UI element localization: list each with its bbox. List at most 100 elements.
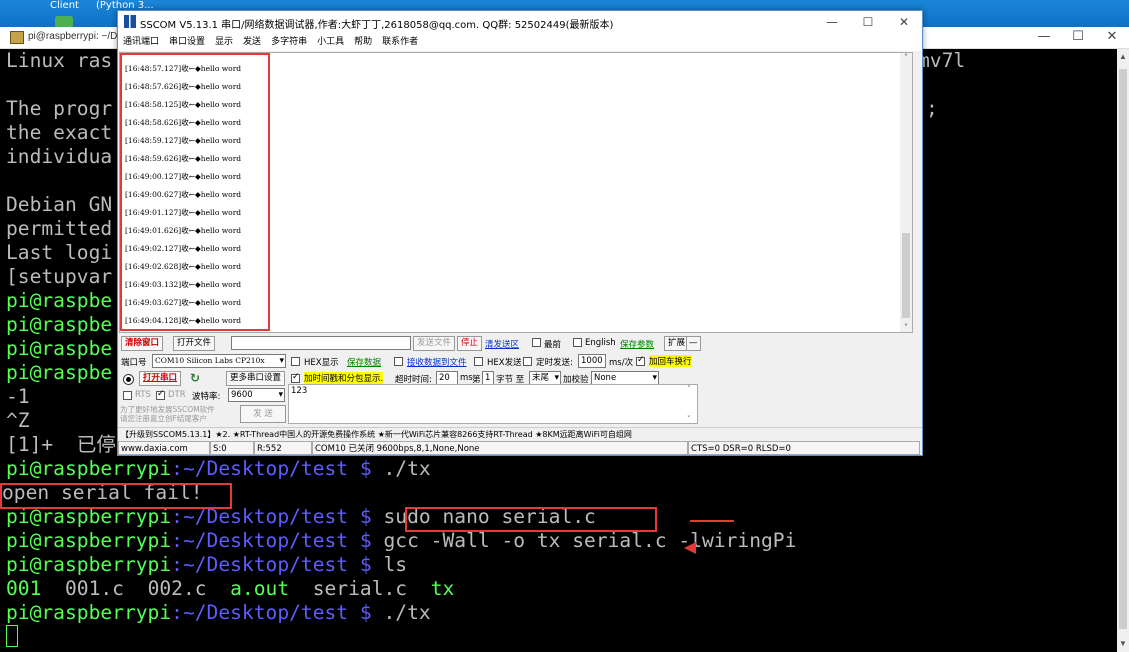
- send-scrollbar[interactable]: ˄ ˅: [687, 385, 697, 423]
- port-status-indicator: [123, 374, 134, 385]
- prompt-user: pi@raspberrypi: [6, 601, 172, 624]
- receive-line: [16:49:00.127]收←◆hello word: [125, 172, 242, 181]
- english-checkbox[interactable]: [573, 338, 582, 347]
- receive-line: [16:49:02.127]收←◆hello word: [125, 244, 242, 253]
- terminal-prompt-line: pi@raspbe: [6, 313, 113, 336]
- open-port-button[interactable]: 打开串口: [139, 371, 182, 386]
- ls-entry: 001: [6, 577, 42, 600]
- clear-send-link[interactable]: 清发送区: [485, 338, 519, 350]
- terminal-command-line: pi@raspberrypi:~/Desktop/test $ ./tx: [6, 457, 431, 481]
- menu-comm-port[interactable]: 通讯端口: [123, 33, 159, 51]
- desktop-icon-label-client[interactable]: Client: [50, 0, 79, 11]
- receive-line: [16:48:57.626]收←◆hello word: [125, 82, 242, 91]
- rts-label: RTS: [135, 390, 151, 400]
- stop-button[interactable]: 停止: [457, 336, 483, 351]
- terminal-command-line: pi@raspberrypi:~/Desktop/test $ ./tx: [6, 601, 431, 625]
- scroll-down-icon[interactable]: ▼: [1117, 638, 1129, 650]
- menu-help[interactable]: 帮助: [354, 33, 372, 51]
- menu-send[interactable]: 发送: [243, 33, 261, 51]
- sscom-title: SSCOM V5.13.1 串口/网络数据调试器,作者:大虾丁丁,2618058…: [140, 20, 614, 31]
- status-sent: S:0: [210, 441, 254, 455]
- terminal-scrollbar[interactable]: ▲ ▼: [1117, 49, 1129, 652]
- scroll-up-icon[interactable]: ˄: [687, 385, 697, 393]
- recv-to-file-checkbox[interactable]: [394, 357, 403, 366]
- timed-send-label: 定时发送:: [536, 358, 573, 368]
- menu-multi-string[interactable]: 多字符串: [271, 33, 307, 51]
- status-bar: www.daxia.com S:0 R:552 COM10 已关闭 9600bp…: [118, 441, 922, 455]
- hex-send-label: HEX发送: [487, 358, 522, 368]
- putty-close-button[interactable]: ✕: [1095, 27, 1129, 49]
- sscom-minimize-button[interactable]: —: [814, 11, 850, 33]
- prompt-user: pi@raspberrypi: [6, 457, 172, 480]
- hex-send-checkbox[interactable]: [474, 357, 483, 366]
- scrollbar-thumb[interactable]: [902, 233, 910, 318]
- status-port-state: COM10 已关闭 9600bps,8,1,None,None: [312, 441, 688, 455]
- sscom-title-bar[interactable]: SSCOM V5.13.1 串口/网络数据调试器,作者:大虾丁丁,2618058…: [118, 11, 922, 33]
- clear-window-button[interactable]: 清除窗口: [121, 336, 164, 351]
- save-data-link[interactable]: 保存数据: [347, 356, 381, 368]
- sscom-maximize-button[interactable]: ☐: [850, 11, 886, 33]
- status-website[interactable]: www.daxia.com: [118, 441, 210, 455]
- putty-maximize-button[interactable]: ☐: [1061, 27, 1095, 49]
- port-select[interactable]: COM10 Silicon Labs CP210x: [152, 354, 286, 368]
- timed-send-checkbox[interactable]: [523, 357, 532, 366]
- receive-line: [16:49:00.627]收←◆hello word: [125, 190, 242, 199]
- putty-minimize-button[interactable]: —: [1027, 27, 1061, 49]
- send-file-button[interactable]: 发送文件: [413, 336, 456, 351]
- interval-unit: ms/次: [609, 358, 634, 368]
- receive-scrollbar[interactable]: ˄ ˅: [900, 53, 912, 332]
- open-file-button[interactable]: 打开文件: [173, 336, 216, 351]
- error-highlight-box: [0, 483, 232, 509]
- scroll-down-icon[interactable]: ˅: [687, 415, 691, 423]
- prompt-path: :~/Desktop/test $: [171, 553, 372, 576]
- collapse-button[interactable]: —: [686, 336, 701, 351]
- scroll-up-icon[interactable]: ▲: [1117, 51, 1129, 63]
- prompt-path: :~/Desktop/test $: [171, 529, 372, 552]
- hex-display-checkbox[interactable]: [291, 357, 300, 366]
- dtr-checkbox[interactable]: [156, 389, 165, 400]
- command-highlight-box: [405, 507, 657, 532]
- add-crlf-checkbox[interactable]: [636, 355, 645, 366]
- menu-tools[interactable]: 小工具: [317, 33, 344, 51]
- terminal-line: Debian GN: [6, 193, 113, 216]
- menu-port-settings[interactable]: 串口设置: [169, 33, 205, 51]
- terminal-cursor: [6, 625, 18, 647]
- terminal-line: -1: [6, 385, 30, 408]
- prompt-path: :~/Desktop/test $: [171, 457, 372, 480]
- timestamp-checkbox[interactable]: [291, 372, 300, 383]
- menu-contact[interactable]: 联系作者: [382, 33, 418, 51]
- receive-line: [16:48:57.127]收←◆hello word: [125, 64, 242, 73]
- news-ticker[interactable]: 【升级到SSCOM5.13.1】★2. ★RT-Thread中国人的开源免费操作…: [118, 427, 922, 441]
- checksum-select[interactable]: None: [591, 371, 659, 385]
- terminal-prompt-line: pi@raspbe: [6, 337, 113, 360]
- scrollbar-thumb[interactable]: [1119, 69, 1127, 629]
- interval-input[interactable]: 1000: [578, 354, 606, 368]
- terminal-command-line: pi@raspberrypi:~/Desktop/test $ ls: [6, 553, 407, 577]
- baud-select[interactable]: 9600: [228, 388, 285, 402]
- receive-line: [16:48:59.127]收←◆hello word: [125, 136, 242, 145]
- timeout-input[interactable]: 20: [436, 371, 458, 385]
- scroll-down-icon[interactable]: ˅: [900, 323, 912, 332]
- rts-checkbox[interactable]: [123, 391, 132, 400]
- byte-from-input[interactable]: 1: [482, 371, 494, 385]
- terminal-line: [1]+ 已停: [6, 433, 116, 456]
- promo-line-2[interactable]: 请您注册嘉立创F结尾客户: [120, 413, 207, 424]
- topmost-checkbox[interactable]: [532, 338, 541, 347]
- more-settings-button[interactable]: 更多串口设置: [226, 371, 286, 386]
- byte-to-select[interactable]: 末尾: [529, 371, 561, 385]
- sscom-close-button[interactable]: ✕: [886, 11, 922, 33]
- save-params-link[interactable]: 保存参数: [620, 338, 654, 350]
- prompt-user: pi@raspberrypi: [6, 529, 172, 552]
- receive-line: [16:49:02.628]收←◆hello word: [125, 262, 242, 271]
- send-textarea[interactable]: 123 ˄ ˅: [288, 384, 698, 424]
- send-button[interactable]: 发 送: [240, 405, 286, 423]
- refresh-icon[interactable]: ↻: [190, 371, 200, 385]
- receive-line: [16:49:01.127]收←◆hello word: [125, 208, 242, 217]
- add-crlf-label: 加回车换行: [649, 355, 692, 367]
- menu-display[interactable]: 显示: [215, 33, 233, 51]
- receive-line: [16:49:04.128]收←◆hello word: [125, 316, 242, 325]
- scroll-up-icon[interactable]: ˄: [900, 53, 912, 62]
- file-path-input[interactable]: [231, 336, 411, 350]
- recv-to-file-link[interactable]: 接收数据到文件: [407, 356, 467, 368]
- receive-area[interactable]: [16:48:57.127]收←◆hello word [16:48:57.62…: [119, 52, 913, 333]
